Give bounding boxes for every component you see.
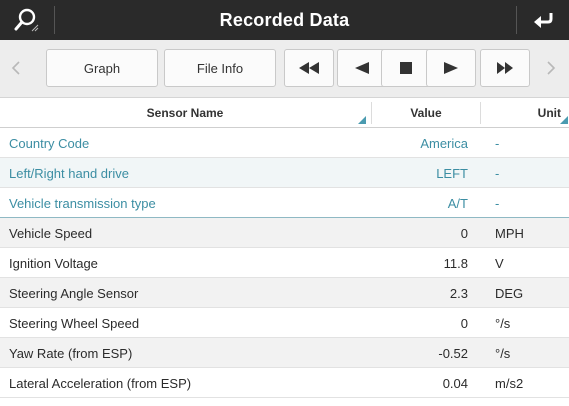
sensor-value: 0 xyxy=(460,315,468,331)
title-divider-right xyxy=(516,6,517,34)
sensor-value: America xyxy=(420,135,468,151)
graph-button-label: Graph xyxy=(83,60,121,76)
table-row[interactable]: Left/Right hand drive LEFT - xyxy=(0,158,569,188)
sensor-value: 11.8 xyxy=(443,255,468,271)
table-row[interactable]: Ignition Voltage 11.8 V xyxy=(0,248,569,278)
file-info-button-label: File Info xyxy=(196,60,244,76)
column-header-sensor-name-label: Sensor Name xyxy=(146,106,224,120)
table-row[interactable]: Vehicle Speed 0 MPH xyxy=(0,218,569,248)
file-info-button[interactable]: File Info xyxy=(164,49,276,87)
sensor-value: 2.3 xyxy=(449,285,468,301)
table-row[interactable]: Country Code America - xyxy=(0,128,569,158)
column-header-value[interactable]: Value xyxy=(372,98,480,128)
return-arrow-icon xyxy=(534,13,553,28)
sensor-name: Left/Right hand drive xyxy=(9,165,129,181)
graph-button[interactable]: Graph xyxy=(46,49,158,87)
column-header-sensor-name[interactable]: Sensor Name xyxy=(0,98,370,128)
sensor-name: Ignition Voltage xyxy=(9,255,98,271)
scroll-right-button[interactable] xyxy=(541,49,561,87)
column-header-unit[interactable]: Unit xyxy=(481,98,569,128)
title-bar: Recorded Data xyxy=(0,0,569,40)
fast-forward-button[interactable] xyxy=(480,49,530,87)
chevron-left-icon xyxy=(11,61,20,75)
rewind-icon xyxy=(299,62,319,74)
sensor-unit: V xyxy=(495,255,504,271)
page-title: Recorded Data xyxy=(219,9,350,30)
rewind-button[interactable] xyxy=(284,49,334,87)
search-icon xyxy=(14,8,39,32)
step-back-icon xyxy=(355,62,369,74)
sensor-name: Country Code xyxy=(9,135,90,151)
sensor-name: Yaw Rate (from ESP) xyxy=(9,345,133,361)
column-header-unit-label: Unit xyxy=(537,106,561,120)
sensor-value: -0.52 xyxy=(438,345,468,361)
sensor-name: Steering Wheel Speed xyxy=(9,315,140,331)
sensor-value: 0 xyxy=(460,225,468,241)
table-header: Sensor Name Value Unit xyxy=(0,98,569,128)
sensor-unit: - xyxy=(495,135,500,151)
sensor-value: 0.04 xyxy=(442,375,468,391)
table-row[interactable]: Vehicle transmission type A/T - xyxy=(0,188,569,218)
search-button[interactable] xyxy=(8,4,44,36)
title-divider-left xyxy=(54,6,55,34)
stop-button[interactable] xyxy=(381,49,431,87)
step-back-button[interactable] xyxy=(337,49,387,87)
sensor-name: Vehicle transmission type xyxy=(9,195,156,211)
play-icon xyxy=(444,62,458,74)
sensor-value: A/T xyxy=(447,195,468,211)
sensor-name: Steering Angle Sensor xyxy=(9,285,139,301)
sensor-unit: °/s xyxy=(495,315,511,331)
toolbar: Graph File Info xyxy=(0,40,569,98)
sensor-unit: MPH xyxy=(495,225,524,241)
stop-icon xyxy=(400,62,412,74)
back-button[interactable] xyxy=(527,4,559,36)
sensor-unit: °/s xyxy=(495,345,511,361)
table-row[interactable]: Lateral Acceleration (from ESP) 0.04 m/s… xyxy=(0,368,569,398)
table-row[interactable]: Steering Wheel Speed 0 °/s xyxy=(0,308,569,338)
table-row[interactable]: Steering Angle Sensor 2.3 DEG xyxy=(0,278,569,308)
resize-handle-icon xyxy=(358,116,366,124)
sensor-unit: - xyxy=(495,195,500,211)
sensor-unit: DEG xyxy=(495,285,524,301)
play-button[interactable] xyxy=(426,49,476,87)
table-body: Country Code America - Left/Right hand d… xyxy=(0,128,569,398)
chevron-right-icon xyxy=(547,61,556,75)
sensor-value: LEFT xyxy=(436,165,468,181)
column-header-value-label: Value xyxy=(410,106,442,120)
sensor-unit: m/s2 xyxy=(495,375,524,391)
sensor-name: Lateral Acceleration (from ESP) xyxy=(9,375,192,391)
table-row[interactable]: Yaw Rate (from ESP) -0.52 °/s xyxy=(0,338,569,368)
fast-forward-icon xyxy=(497,62,513,74)
resize-handle-icon xyxy=(560,116,568,124)
sensor-name: Vehicle Speed xyxy=(9,225,93,241)
scroll-left-button[interactable] xyxy=(6,49,26,87)
sensor-unit: - xyxy=(495,165,500,181)
